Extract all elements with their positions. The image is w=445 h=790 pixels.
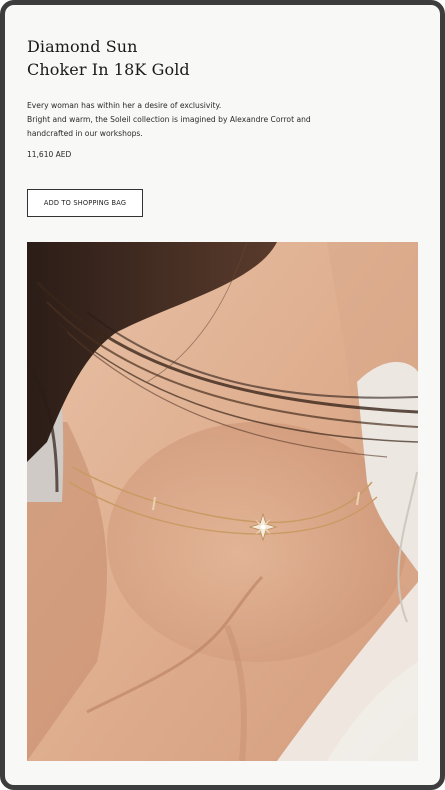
- product-title: Diamond Sun Choker In 18K Gold: [27, 35, 423, 81]
- product-title-line-1: Diamond Sun: [27, 37, 138, 56]
- description-line-1: Every woman has within her a desire of e…: [27, 101, 222, 110]
- product-price: 11,610 AED: [27, 150, 72, 159]
- description-line-3: handcrafted in our workshops.: [27, 129, 143, 138]
- product-title-line-2: Choker In 18K Gold: [27, 60, 190, 79]
- description-line-2: Bright and warm, the Soleil collection i…: [27, 115, 311, 124]
- product-image: [27, 242, 418, 761]
- model-photo-illustration: [27, 242, 418, 761]
- device-frame: Diamond Sun Choker In 18K Gold Every wom…: [0, 0, 445, 790]
- product-description: Every woman has within her a desire of e…: [27, 99, 423, 141]
- product-info: Diamond Sun Choker In 18K Gold Every wom…: [27, 35, 423, 217]
- add-to-shopping-bag-button[interactable]: ADD TO SHOPPING BAG: [27, 189, 143, 217]
